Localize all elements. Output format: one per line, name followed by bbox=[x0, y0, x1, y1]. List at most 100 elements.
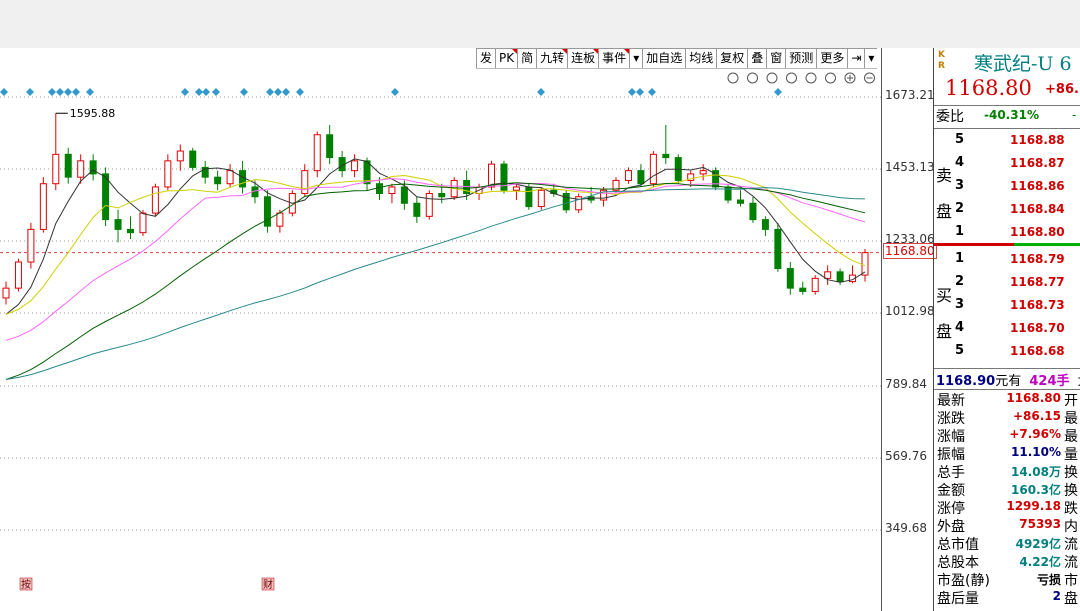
candle-body bbox=[662, 153, 670, 159]
stat-row: 涨跌 +86.15 最 bbox=[934, 408, 1080, 427]
candle-body bbox=[761, 219, 769, 230]
event-marker[interactable] bbox=[86, 88, 94, 96]
settings-icon[interactable] bbox=[727, 72, 739, 84]
candle-body bbox=[226, 170, 234, 185]
ask-level: 2 bbox=[955, 201, 965, 216]
stat-label-right: 开 bbox=[1064, 393, 1078, 409]
marker-an[interactable]: 按 bbox=[19, 577, 33, 591]
candle-body bbox=[139, 212, 147, 234]
bid-row[interactable]: 3 1168.73 bbox=[934, 294, 1080, 317]
bid-level: 4 bbox=[955, 320, 965, 335]
ask-row[interactable]: 5 1168.88 bbox=[934, 129, 1080, 152]
event-marker[interactable] bbox=[181, 88, 189, 96]
event-marker[interactable] bbox=[64, 88, 72, 96]
event-marker[interactable] bbox=[636, 88, 644, 96]
ask-level: 3 bbox=[955, 178, 965, 193]
box-icon[interactable] bbox=[786, 72, 797, 84]
ask-level: 1 bbox=[955, 224, 965, 239]
stat-row: 金额 160.3亿换 bbox=[934, 480, 1080, 499]
bid-row[interactable]: 4 1168.70 bbox=[934, 317, 1080, 340]
event-marker[interactable] bbox=[72, 88, 80, 96]
stat-label-right: 流 bbox=[1064, 537, 1078, 553]
candle-body bbox=[64, 153, 72, 178]
ma5-line bbox=[5, 158, 866, 315]
event-marker[interactable] bbox=[56, 88, 64, 96]
panel-logo: KR bbox=[938, 50, 945, 71]
event-marker[interactable] bbox=[0, 88, 8, 96]
bid-level: 1 bbox=[955, 251, 965, 266]
event-marker[interactable] bbox=[26, 88, 34, 96]
event-marker[interactable] bbox=[195, 88, 203, 96]
stat-label: 涨跌 bbox=[937, 411, 965, 427]
stock-name[interactable]: 寒武纪-U 6 bbox=[974, 49, 1072, 76]
y-tick-label: 789.84 bbox=[885, 377, 927, 391]
bid-level: 2 bbox=[955, 274, 965, 289]
event-marker[interactable] bbox=[774, 88, 782, 96]
hand-icon[interactable] bbox=[805, 72, 817, 84]
stat-label: 市盈(静) bbox=[937, 573, 990, 589]
tape-price: 1168.90 bbox=[936, 374, 996, 389]
event-marker[interactable] bbox=[296, 88, 304, 96]
tape-row: 1168.90元有 424手 大 bbox=[936, 370, 1080, 389]
bid-ask-divider bbox=[934, 243, 1014, 246]
event-marker[interactable] bbox=[391, 88, 399, 96]
ask-row[interactable]: 1 1168.80 bbox=[934, 221, 1080, 244]
stat-value: 4.22亿 bbox=[1019, 555, 1061, 569]
bid-price: 1168.77 bbox=[1010, 275, 1065, 289]
candle-body bbox=[164, 160, 172, 188]
svg-text:按: 按 bbox=[21, 578, 31, 591]
event-marker[interactable] bbox=[648, 88, 656, 96]
zoom-in-icon[interactable] bbox=[844, 72, 856, 84]
fullscreen-icon[interactable] bbox=[747, 72, 758, 84]
candle-body bbox=[537, 189, 545, 208]
ask-row[interactable]: 4 1168.87 bbox=[934, 152, 1080, 175]
event-marker[interactable] bbox=[537, 88, 545, 96]
stat-row: 总市值 4929亿流 bbox=[934, 534, 1080, 553]
candle-body bbox=[263, 196, 271, 227]
stat-label-right: 最 bbox=[1064, 429, 1078, 445]
event-marker[interactable] bbox=[628, 88, 636, 96]
candle-body bbox=[351, 160, 359, 172]
stat-value: 11.10% bbox=[1011, 445, 1061, 459]
lock-icon[interactable] bbox=[825, 72, 836, 84]
candle-body bbox=[699, 170, 707, 175]
zoom-out-icon[interactable] bbox=[864, 72, 875, 84]
bid-row[interactable]: 2 1168.77 bbox=[934, 271, 1080, 294]
candle-body bbox=[52, 153, 60, 185]
ma60-line bbox=[5, 187, 866, 380]
current-price-tag: 1168.80 bbox=[883, 243, 937, 259]
event-marker[interactable] bbox=[282, 88, 290, 96]
ask-row[interactable]: 2 1168.84 bbox=[934, 198, 1080, 221]
y-tick-label: 1673.21 bbox=[885, 88, 935, 102]
stat-value: 2 bbox=[1052, 589, 1061, 603]
candle-body bbox=[151, 186, 159, 214]
bid-ask-divider-right bbox=[1014, 243, 1080, 246]
bid-row[interactable]: 1 1168.79 bbox=[934, 248, 1080, 271]
bid-price: 1168.73 bbox=[1010, 298, 1065, 312]
event-marker[interactable] bbox=[266, 88, 274, 96]
price-change: +86.1 bbox=[1045, 82, 1080, 97]
stat-label-right: 内 bbox=[1064, 519, 1078, 535]
candle-body bbox=[114, 219, 122, 230]
bid-price: 1168.79 bbox=[1010, 252, 1065, 266]
event-marker[interactable] bbox=[202, 88, 210, 96]
stat-label-right: 最 bbox=[1064, 411, 1078, 427]
stat-label: 涨幅 bbox=[937, 429, 965, 445]
stat-value: 1299.18 bbox=[1006, 499, 1061, 513]
weibi-value: -40.31% bbox=[984, 108, 1039, 122]
event-marker[interactable] bbox=[212, 88, 220, 96]
stat-label: 金额 bbox=[937, 483, 965, 499]
event-marker[interactable] bbox=[240, 88, 248, 96]
event-marker[interactable] bbox=[48, 88, 56, 96]
candle-body bbox=[624, 170, 632, 181]
eye-icon[interactable] bbox=[766, 72, 778, 84]
marker-cai[interactable]: 财 bbox=[261, 577, 275, 591]
candle-body bbox=[799, 287, 807, 292]
event-marker[interactable] bbox=[274, 88, 282, 96]
kline-chart[interactable]: 1595.88 按 财 bbox=[0, 48, 881, 611]
bid-row[interactable]: 5 1168.68 bbox=[934, 340, 1080, 363]
stat-value: 4929亿 bbox=[1015, 537, 1061, 551]
ask-row[interactable]: 3 1168.86 bbox=[934, 175, 1080, 198]
candle-body bbox=[214, 176, 222, 185]
max-price-label: 1595.88 bbox=[70, 107, 116, 120]
